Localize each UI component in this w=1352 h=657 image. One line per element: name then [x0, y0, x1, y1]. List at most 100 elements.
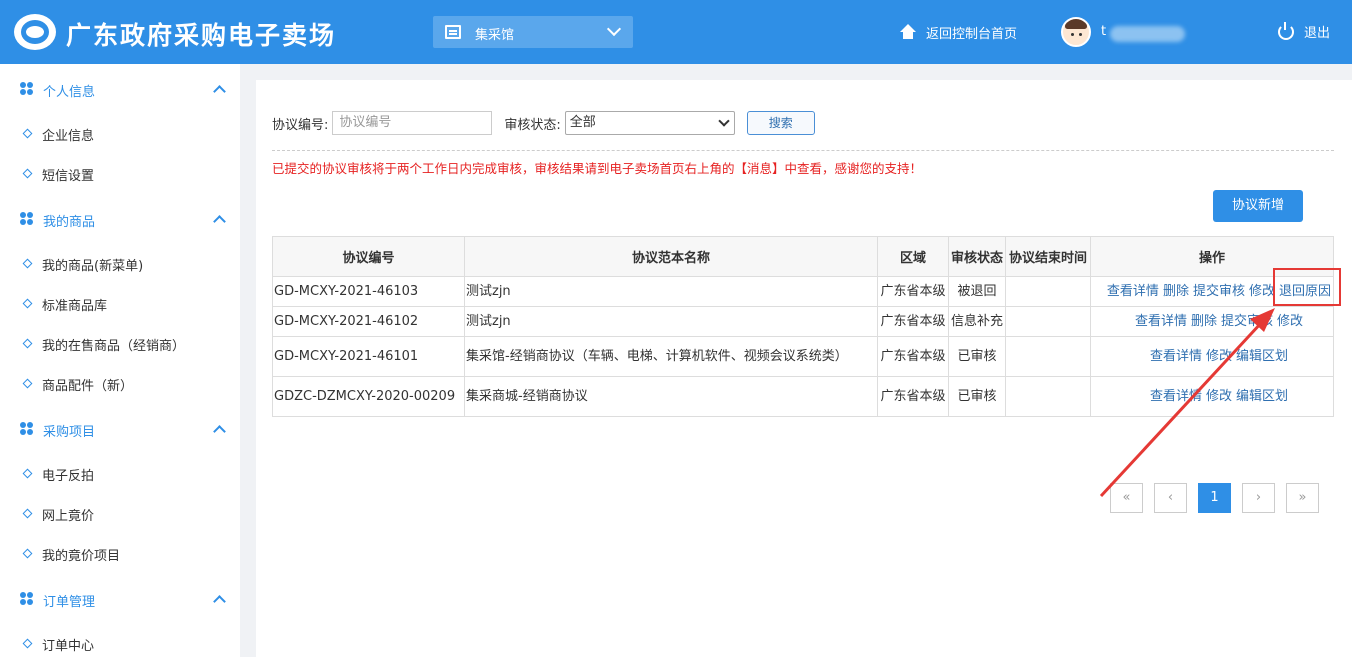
edit-link[interactable]: 修改 — [1277, 314, 1303, 329]
sidebar-group-my-products[interactable]: 我的商品 — [0, 204, 240, 234]
sidebar-item-label: 我的竟价项目 — [42, 549, 121, 564]
submit-review-link[interactable]: 提交审核 — [1193, 284, 1245, 299]
sidebar-item-online-bidding[interactable]: 网上竟价 — [0, 502, 240, 526]
region-cell: 广东省本级 — [877, 276, 949, 307]
market-selector-label: 集采馆 — [475, 28, 515, 43]
diamond-icon — [22, 258, 33, 269]
sidebar-item-label: 标准商品库 — [42, 299, 108, 314]
status-cell: 被退回 — [948, 276, 1006, 307]
last-page-button[interactable]: » — [1286, 483, 1319, 513]
edit-link[interactable]: 修改 — [1249, 284, 1275, 299]
logout-button[interactable]: 退出 — [1278, 21, 1331, 41]
agreement-no-cell: GD-MCXY-2021-46101 — [272, 336, 465, 377]
agreement-no-cell: GD-MCXY-2021-46103 — [272, 276, 465, 307]
view-details-link[interactable]: 查看详情 — [1150, 389, 1202, 404]
printer-icon — [445, 25, 461, 39]
market-selector[interactable]: 集采馆 — [433, 16, 633, 48]
edit-region-link[interactable]: 编辑区划 — [1236, 349, 1288, 364]
next-page-button[interactable]: › — [1242, 483, 1275, 513]
home-icon — [900, 24, 916, 40]
sidebar-item-label: 订单中心 — [42, 639, 95, 654]
search-button[interactable]: 搜索 — [746, 111, 815, 135]
home-link-label: 返回控制台首页 — [926, 26, 1018, 42]
chevron-up-icon[interactable] — [213, 595, 226, 608]
agreement-no-input[interactable]: 协议编号 — [332, 111, 493, 135]
template-name-cell: 集采馆-经销商协议（车辆、电梯、计算机软件、视频会议系统类） — [464, 336, 878, 377]
logout-label: 退出 — [1304, 26, 1331, 41]
diamond-icon — [22, 638, 33, 649]
view-details-link[interactable]: 查看详情 — [1107, 284, 1159, 299]
sidebar-item-company-info[interactable]: 企业信息 — [0, 122, 240, 146]
status-select[interactable]: 全部 — [564, 111, 735, 135]
pagination: « ‹ 1 › » — [1110, 483, 1319, 513]
template-name-cell: 测试zjn — [464, 276, 878, 307]
column-header-template-name: 协议范本名称 — [464, 236, 878, 277]
sidebar-item-my-products-new[interactable]: 我的商品(新菜单) — [0, 252, 240, 276]
filter-bar: 协议编号: 协议编号 审核状态: 全部 搜索 — [272, 111, 815, 135]
highlight-box — [1273, 268, 1341, 306]
sidebar-item-label: 网上竟价 — [42, 509, 95, 524]
actions-cell: 查看详情 修改 编辑区划 — [1090, 376, 1334, 417]
sidebar-item-product-accessories[interactable]: 商品配件（新） — [0, 372, 240, 396]
agreement-no-cell: GDZC-DZMCXY-2020-00209 — [272, 376, 465, 417]
grid-icon — [20, 82, 34, 96]
edit-link[interactable]: 修改 — [1206, 349, 1232, 364]
end-time-cell — [1005, 336, 1091, 377]
home-link[interactable]: 返回控制台首页 — [900, 22, 1017, 42]
status-label: 审核状态: — [504, 117, 561, 133]
edit-link[interactable]: 修改 — [1206, 389, 1232, 404]
first-page-button[interactable]: « — [1110, 483, 1143, 513]
grid-icon — [20, 212, 34, 226]
sidebar-item-on-sale-products[interactable]: 我的在售商品（经销商） — [0, 332, 240, 356]
sidebar-item-label: 我的在售商品（经销商） — [42, 339, 186, 354]
view-details-link[interactable]: 查看详情 — [1150, 349, 1202, 364]
submit-review-link[interactable]: 提交审核 — [1221, 314, 1273, 329]
template-name-cell: 测试zjn — [464, 306, 878, 337]
diamond-icon — [22, 128, 33, 139]
diamond-icon — [22, 168, 33, 179]
status-cell: 已审核 — [948, 376, 1006, 417]
sidebar-group-personal-info[interactable]: 个人信息 — [0, 74, 240, 104]
diamond-icon — [22, 378, 33, 389]
agreement-no-label: 协议编号: — [272, 117, 329, 133]
sidebar-group-label: 我的商品 — [43, 215, 96, 230]
prev-page-button[interactable]: ‹ — [1154, 483, 1187, 513]
sidebar-item-label: 企业信息 — [42, 129, 95, 144]
grid-icon — [20, 422, 34, 436]
chevron-up-icon[interactable] — [213, 425, 226, 438]
avatar[interactable] — [1061, 17, 1091, 47]
site-title[interactable]: 广东政府采购电子卖场 — [66, 16, 336, 52]
diamond-icon — [22, 548, 33, 559]
delete-link[interactable]: 删除 — [1191, 314, 1217, 329]
site-logo-icon[interactable] — [14, 14, 56, 50]
page-number-button[interactable]: 1 — [1198, 483, 1231, 513]
sidebar-item-standard-products[interactable]: 标准商品库 — [0, 292, 240, 316]
status-cell: 信息补充 — [948, 306, 1006, 337]
chevron-up-icon[interactable] — [213, 215, 226, 228]
add-agreement-button[interactable]: 协议新增 — [1213, 190, 1303, 222]
chevron-up-icon[interactable] — [213, 85, 226, 98]
diamond-icon — [22, 468, 33, 479]
actions-cell: 查看详情 修改 编辑区划 — [1090, 336, 1334, 377]
end-time-cell — [1005, 276, 1091, 307]
status-cell: 已审核 — [948, 336, 1006, 377]
table-row: GDZC-DZMCXY-2020-00209 集采商城-经销商协议 广东省本级 … — [272, 376, 1334, 417]
column-header-agreement-no: 协议编号 — [272, 236, 465, 277]
table-row: GD-MCXY-2021-46102 测试zjn 广东省本级 信息补充 查看详情… — [272, 306, 1334, 337]
notice-text: 已提交的协议审核将于两个工作日内完成审核，审核结果请到电子卖场首页右上角的【消息… — [272, 161, 923, 176]
edit-region-link[interactable]: 编辑区划 — [1236, 389, 1288, 404]
sidebar-item-reverse-auction[interactable]: 电子反拍 — [0, 462, 240, 486]
username-redaction — [1110, 26, 1185, 42]
sidebar-group-procurement[interactable]: 采购项目 — [0, 414, 240, 444]
view-details-link[interactable]: 查看详情 — [1135, 314, 1187, 329]
template-name-cell: 集采商城-经销商协议 — [464, 376, 878, 417]
sidebar-item-label: 商品配件（新） — [42, 379, 134, 394]
sidebar-item-order-center[interactable]: 订单中心 — [0, 632, 240, 656]
table-row: GD-MCXY-2021-46103 测试zjn 广东省本级 被退回 查看详情删… — [272, 276, 1334, 307]
sidebar-item-sms-settings[interactable]: 短信设置 — [0, 162, 240, 186]
sidebar-item-my-bids[interactable]: 我的竟价项目 — [0, 542, 240, 566]
diamond-icon — [22, 338, 33, 349]
sidebar-group-orders[interactable]: 订单管理 — [0, 584, 240, 614]
diamond-icon — [22, 298, 33, 309]
delete-link[interactable]: 删除 — [1163, 284, 1189, 299]
